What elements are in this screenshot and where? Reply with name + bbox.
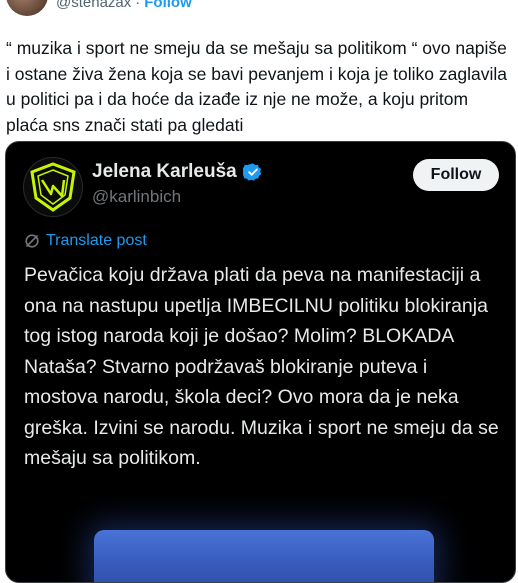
quoted-author-avatar[interactable] — [23, 157, 83, 217]
top-tweet-header: @stenazax · Follow — [0, 0, 518, 22]
avatar[interactable] — [6, 0, 48, 16]
logo-icon — [30, 162, 76, 212]
quoted-author-name-row: Jelena Karleuša — [92, 161, 263, 183]
translate-icon — [25, 234, 39, 248]
separator-dot: · — [135, 0, 141, 11]
quoted-post-text: Pevačica koju država plati da peva na ma… — [24, 264, 499, 469]
quoted-author-handle[interactable]: @karlinbich — [92, 187, 181, 207]
media-thumbnail[interactable] — [94, 530, 434, 582]
tweet-text: “ muzika i sport ne smeju da se mešaju s… — [6, 38, 507, 135]
quoted-author-name[interactable]: Jelena Karleuša — [92, 161, 237, 183]
author-handle-row: @stenazax · Follow — [56, 0, 192, 11]
follow-link[interactable]: Follow — [144, 0, 192, 11]
translate-label: Translate post — [46, 232, 147, 249]
verified-badge-icon — [242, 163, 261, 181]
author-handle[interactable]: @stenazax — [56, 0, 131, 11]
translate-post-link[interactable]: Translate post — [24, 232, 147, 250]
follow-button[interactable]: Follow — [413, 159, 499, 191]
quoted-post-card[interactable]: Jelena Karleuša @karlinbich Follow Trans… — [5, 141, 516, 583]
